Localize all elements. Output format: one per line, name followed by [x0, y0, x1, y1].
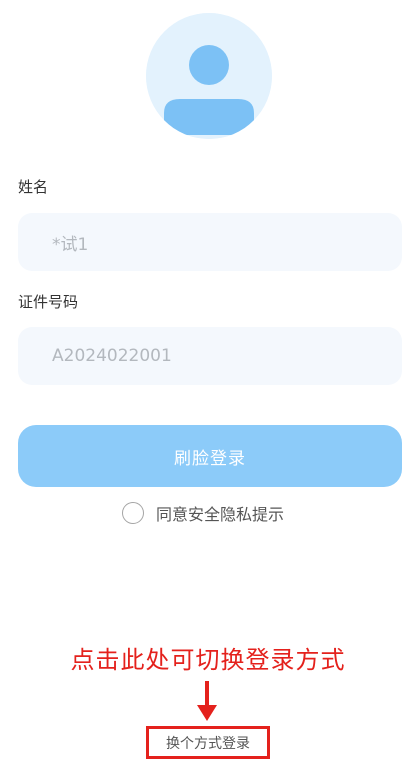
switch-login-method-button[interactable]: 换个方式登录 [146, 726, 270, 759]
privacy-agreement-label: 同意安全隐私提示 [156, 505, 285, 524]
radio-circle-icon[interactable] [122, 502, 144, 524]
id-number-input[interactable]: A2024022001 [18, 327, 402, 385]
name-input[interactable]: *试1 [18, 213, 402, 271]
id-number-label: 证件号码 [18, 293, 79, 311]
arrow-down-icon [197, 681, 217, 721]
face-login-button[interactable]: 刷脸登录 [18, 425, 402, 487]
name-label: 姓名 [18, 178, 49, 196]
privacy-agreement[interactable]: 同意安全隐私提示 [122, 500, 284, 526]
switch-hint-annotation: 点击此处可切换登录方式 [70, 646, 346, 674]
user-avatar-icon [146, 13, 272, 139]
avatar [146, 13, 272, 139]
